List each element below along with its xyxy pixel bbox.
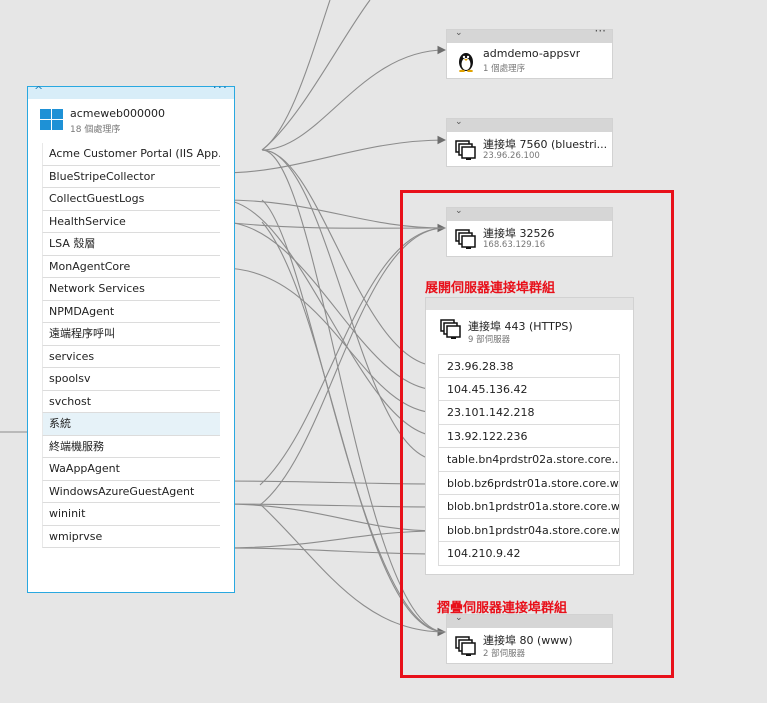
process-item[interactable]: wininit <box>42 503 220 526</box>
windows-logo-icon <box>40 109 64 131</box>
chevron-down-icon[interactable]: ⌄ <box>455 117 463 127</box>
process-item[interactable]: 遠端程序呼叫 <box>42 323 220 346</box>
node-subtitle: 23.96.26.100 <box>483 151 540 161</box>
node-port-7560[interactable]: ⌄ 連接埠 7560 (bluestri... 23.96.26.100 <box>446 117 613 167</box>
chevron-down-icon[interactable]: ⌄ <box>455 28 463 38</box>
node-admdemo-appsvr[interactable]: ⌄ ··· admdemo-appsvr 1 個處理序 <box>446 24 613 79</box>
node-header: ⌄ ··· <box>447 24 612 43</box>
process-item[interactable]: CollectGuestLogs <box>42 188 220 211</box>
process-item[interactable]: 終端機服務 <box>42 435 220 458</box>
node-header: ⌄ <box>447 117 612 132</box>
machine-process-count: 18 個處理序 <box>70 125 121 135</box>
node-name: 連接埠 7560 (bluestri... <box>483 138 608 151</box>
machine-card-header: ^ ··· <box>28 81 234 99</box>
more-options-icon[interactable]: ··· <box>213 81 228 96</box>
node-name: admdemo-appsvr <box>483 47 581 60</box>
chevron-up-icon[interactable]: ^ <box>34 84 43 97</box>
process-item[interactable]: MonAgentCore <box>42 255 220 278</box>
process-item[interactable]: wmiprvse <box>42 525 220 548</box>
annotation-collapsed-label: 摺疊伺服器連接埠群組 <box>437 601 568 616</box>
process-item[interactable]: spoolsv <box>42 368 220 391</box>
more-options-icon[interactable]: ··· <box>595 24 606 38</box>
machine-card[interactable]: ^ ··· acmeweb000000 18 個處理序 Acme Custome… <box>27 81 235 593</box>
process-item[interactable]: Network Services <box>42 278 220 301</box>
process-item[interactable]: LSA 殼層 <box>42 233 220 256</box>
process-item[interactable]: WindowsAzureGuestAgent <box>42 480 220 503</box>
process-item[interactable]: BlueStripeCollector <box>42 165 220 188</box>
annotation-expanded-label: 展開伺服器連接埠群組 <box>425 281 556 296</box>
process-item[interactable]: HealthService <box>42 210 220 233</box>
server-icon <box>455 140 476 160</box>
process-item[interactable]: WaAppAgent <box>42 458 220 481</box>
process-item[interactable]: NPMDAgent <box>42 300 220 323</box>
machine-name: acmeweb000000 <box>70 107 166 120</box>
process-item-selected[interactable]: 系統 <box>42 413 220 436</box>
process-item[interactable]: Acme Customer Portal (IIS App... <box>42 143 220 166</box>
node-subtitle: 1 個處理序 <box>483 64 526 74</box>
linux-penguin-icon <box>459 53 473 72</box>
process-item[interactable]: services <box>42 345 220 368</box>
process-list: Acme Customer Portal (IIS App... BlueStr… <box>42 143 220 548</box>
process-item[interactable]: svchost <box>42 390 220 413</box>
